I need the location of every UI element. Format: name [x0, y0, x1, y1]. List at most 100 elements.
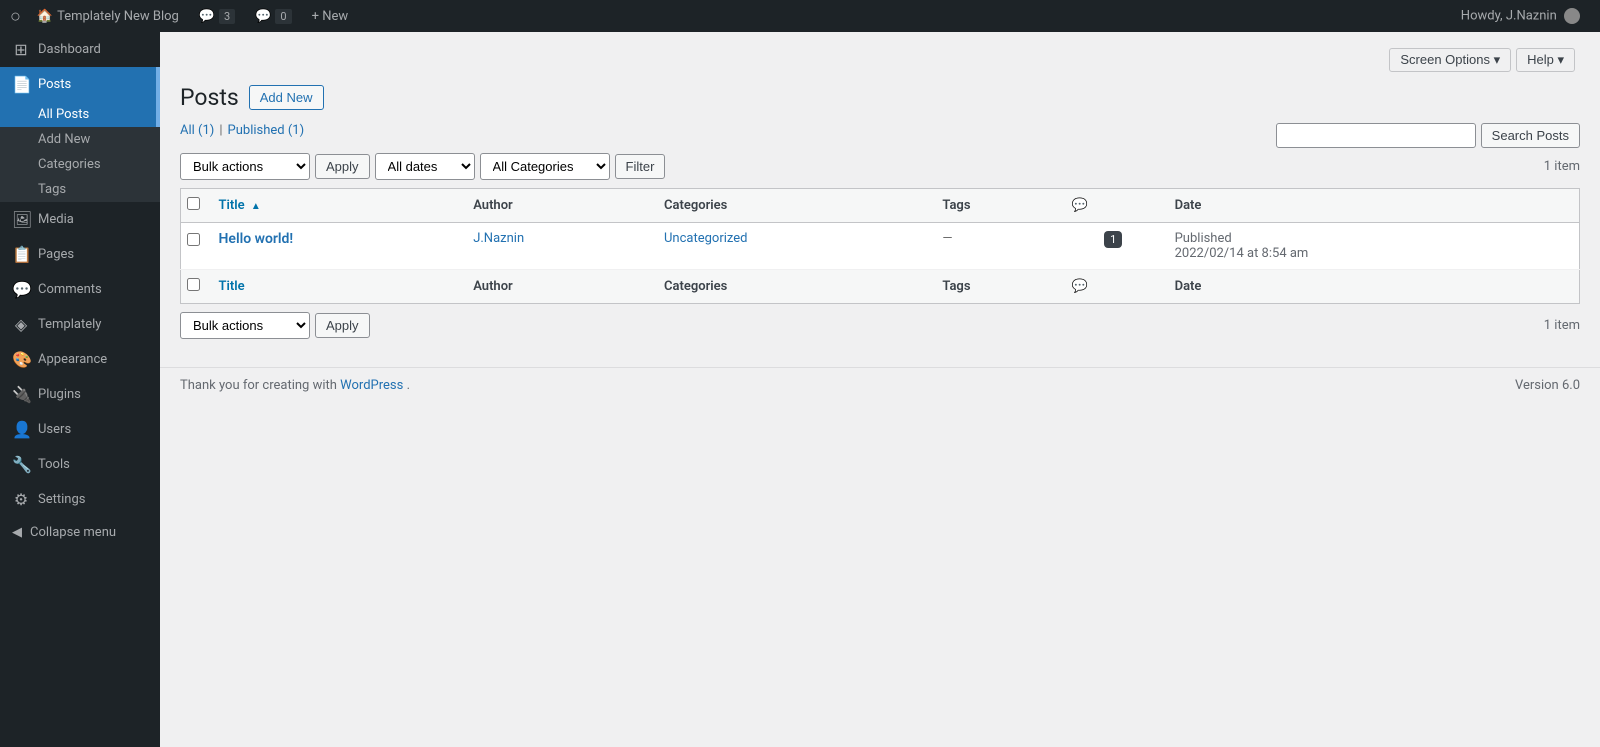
sidebar-item-label: Tools	[38, 457, 70, 472]
user-avatar	[1564, 8, 1580, 24]
posts-submenu: All Posts Add New Categories Tags	[0, 102, 160, 202]
row-checkbox	[181, 222, 209, 269]
comments-icon: 💬	[12, 280, 30, 299]
th-title: Title ▲	[209, 188, 464, 222]
row-comments: 1	[1062, 222, 1165, 269]
row-categories: Uncategorized	[654, 222, 932, 269]
filter-all-link[interactable]: All (1)	[180, 123, 214, 138]
th-date: Date	[1165, 188, 1580, 222]
bulk-actions-select-bottom[interactable]: Bulk actions	[180, 312, 310, 339]
wp-logo[interactable]: ○	[10, 6, 21, 27]
adminbar-site[interactable]: 🏠 Templately New Blog	[27, 0, 189, 32]
sidebar-item-label: Comments	[38, 282, 102, 297]
adminbar-user[interactable]: Howdy, J.Naznin	[1451, 8, 1590, 24]
comments-header-icon: 💬	[1072, 198, 1088, 213]
page-title: Posts	[180, 83, 239, 113]
sort-arrow: ▲	[251, 201, 261, 212]
sidebar-item-appearance[interactable]: 🎨 Appearance	[0, 342, 160, 377]
sidebar-item-label: Appearance	[38, 352, 107, 367]
wp-body-content: Screen Options ▾ Help ▾ Posts Add New Se	[160, 32, 1600, 367]
sidebar-item-users[interactable]: 👤 Users	[0, 412, 160, 447]
media-icon: 🖼	[12, 210, 30, 229]
apply-button-bottom[interactable]: Apply	[315, 313, 370, 338]
site-name: Templately New Blog	[57, 9, 179, 24]
sidebar-item-label: Templately	[38, 317, 101, 332]
page-title-area: Posts Add New	[180, 83, 1580, 113]
adminbar-comments[interactable]: 💬 3	[189, 0, 245, 32]
comment-bubble-icon: 💬	[199, 9, 215, 24]
th-tags: Tags	[932, 188, 1062, 222]
user-greeting: Howdy, J.Naznin	[1461, 8, 1557, 23]
adminbar-pending[interactable]: 💬 0	[245, 0, 301, 32]
search-posts-button[interactable]: Search Posts	[1481, 123, 1580, 148]
sort-title-link[interactable]: Title ▲	[219, 198, 261, 213]
submenu-categories[interactable]: Categories	[0, 152, 160, 177]
sidebar-item-label: Settings	[38, 492, 85, 507]
author-link[interactable]: J.Naznin	[473, 231, 524, 246]
sidebar-item-pages[interactable]: 📋 Pages	[0, 237, 160, 272]
category-link[interactable]: Uncategorized	[664, 231, 747, 246]
help-button[interactable]: Help ▾	[1516, 48, 1575, 72]
sidebar-item-posts[interactable]: 📄 Posts	[0, 67, 160, 102]
submenu-add-new[interactable]: Add New	[0, 127, 160, 152]
sidebar-item-label: Media	[38, 212, 74, 227]
sidebar-item-settings[interactable]: ⚙ Settings	[0, 482, 160, 517]
row-select-checkbox[interactable]	[187, 233, 200, 246]
th-author: Author	[463, 188, 654, 222]
sidebar-item-media[interactable]: 🖼 Media	[0, 202, 160, 237]
tfoot-th-author: Author	[463, 269, 654, 303]
search-posts-area: Search Posts	[1276, 123, 1580, 148]
comments-footer-icon: 💬	[1072, 279, 1088, 294]
bulk-actions-select-top[interactable]: Bulk actions	[180, 153, 310, 180]
sidebar-item-plugins[interactable]: 🔌 Plugins	[0, 377, 160, 412]
tfoot-th-comments: 💬	[1062, 269, 1165, 303]
add-new-button[interactable]: Add New	[249, 85, 324, 110]
sidebar-item-tools[interactable]: 🔧 Tools	[0, 447, 160, 482]
wordpress-link[interactable]: WordPress	[340, 378, 406, 393]
row-author: J.Naznin	[463, 222, 654, 269]
item-count-top: 1 item	[1544, 159, 1580, 174]
tfoot-th-categories: Categories	[654, 269, 932, 303]
row-title: Hello world!	[209, 222, 464, 269]
tfoot-checkbox	[181, 269, 209, 303]
th-comments: 💬	[1062, 188, 1165, 222]
search-posts-input[interactable]	[1276, 123, 1476, 148]
filter-bar: Search Posts All (1) | Published (1)	[180, 123, 1580, 153]
collapse-label: Collapse menu	[30, 525, 116, 540]
wp-layout: ⊞ Dashboard 📄 Posts All Posts Add New Ca…	[0, 32, 1600, 747]
tablenav-top: Bulk actions Apply All dates All Categor…	[180, 153, 1580, 180]
sidebar-item-label: Dashboard	[38, 42, 101, 57]
submenu-all-posts[interactable]: All Posts	[0, 102, 160, 127]
sidebar-item-templately[interactable]: ◈ Templately	[0, 307, 160, 342]
dates-select[interactable]: All dates	[375, 153, 475, 180]
sort-title-link-bottom[interactable]: Title	[219, 279, 245, 294]
sidebar: ⊞ Dashboard 📄 Posts All Posts Add New Ca…	[0, 32, 160, 747]
comment-count-link[interactable]: 1	[1104, 231, 1122, 248]
screen-options-button[interactable]: Screen Options ▾	[1389, 48, 1511, 72]
th-categories: Categories	[654, 188, 932, 222]
apply-button-top[interactable]: Apply	[315, 154, 370, 179]
home-icon: 🏠	[37, 9, 53, 24]
sidebar-item-dashboard[interactable]: ⊞ Dashboard	[0, 32, 160, 67]
filter-published-link[interactable]: Published (1)	[228, 123, 305, 138]
admin-menu: ⊞ Dashboard 📄 Posts All Posts Add New Ca…	[0, 32, 160, 517]
select-all-checkbox-top[interactable]	[187, 197, 200, 210]
comments-count: 3	[219, 9, 235, 24]
collapse-menu[interactable]: ◀ Collapse menu	[0, 517, 160, 548]
sidebar-item-comments[interactable]: 💬 Comments	[0, 272, 160, 307]
table-row: Hello world! J.Naznin Uncategorized	[181, 222, 1580, 269]
submenu-tags[interactable]: Tags	[0, 177, 160, 202]
categories-select[interactable]: All Categories	[480, 153, 610, 180]
post-title-link[interactable]: Hello world!	[219, 231, 294, 247]
filter-button[interactable]: Filter	[615, 154, 666, 179]
wp-body: Screen Options ▾ Help ▾ Posts Add New Se	[160, 32, 1600, 747]
item-count-bottom: 1 item	[1544, 318, 1580, 333]
admin-bar: ○ 🏠 Templately New Blog 💬 3 💬 0 + New Ho…	[0, 0, 1600, 32]
wp-footer: Thank you for creating with WordPress . …	[160, 367, 1600, 403]
tablenav-bottom: Bulk actions Apply 1 item	[180, 312, 1580, 339]
sidebar-item-label: Users	[38, 422, 71, 437]
select-all-checkbox-bottom[interactable]	[187, 278, 200, 291]
adminbar-new[interactable]: + New	[302, 0, 359, 32]
posts-list: Hello world! J.Naznin Uncategorized	[181, 222, 1580, 269]
tfoot-th-date: Date	[1165, 269, 1580, 303]
